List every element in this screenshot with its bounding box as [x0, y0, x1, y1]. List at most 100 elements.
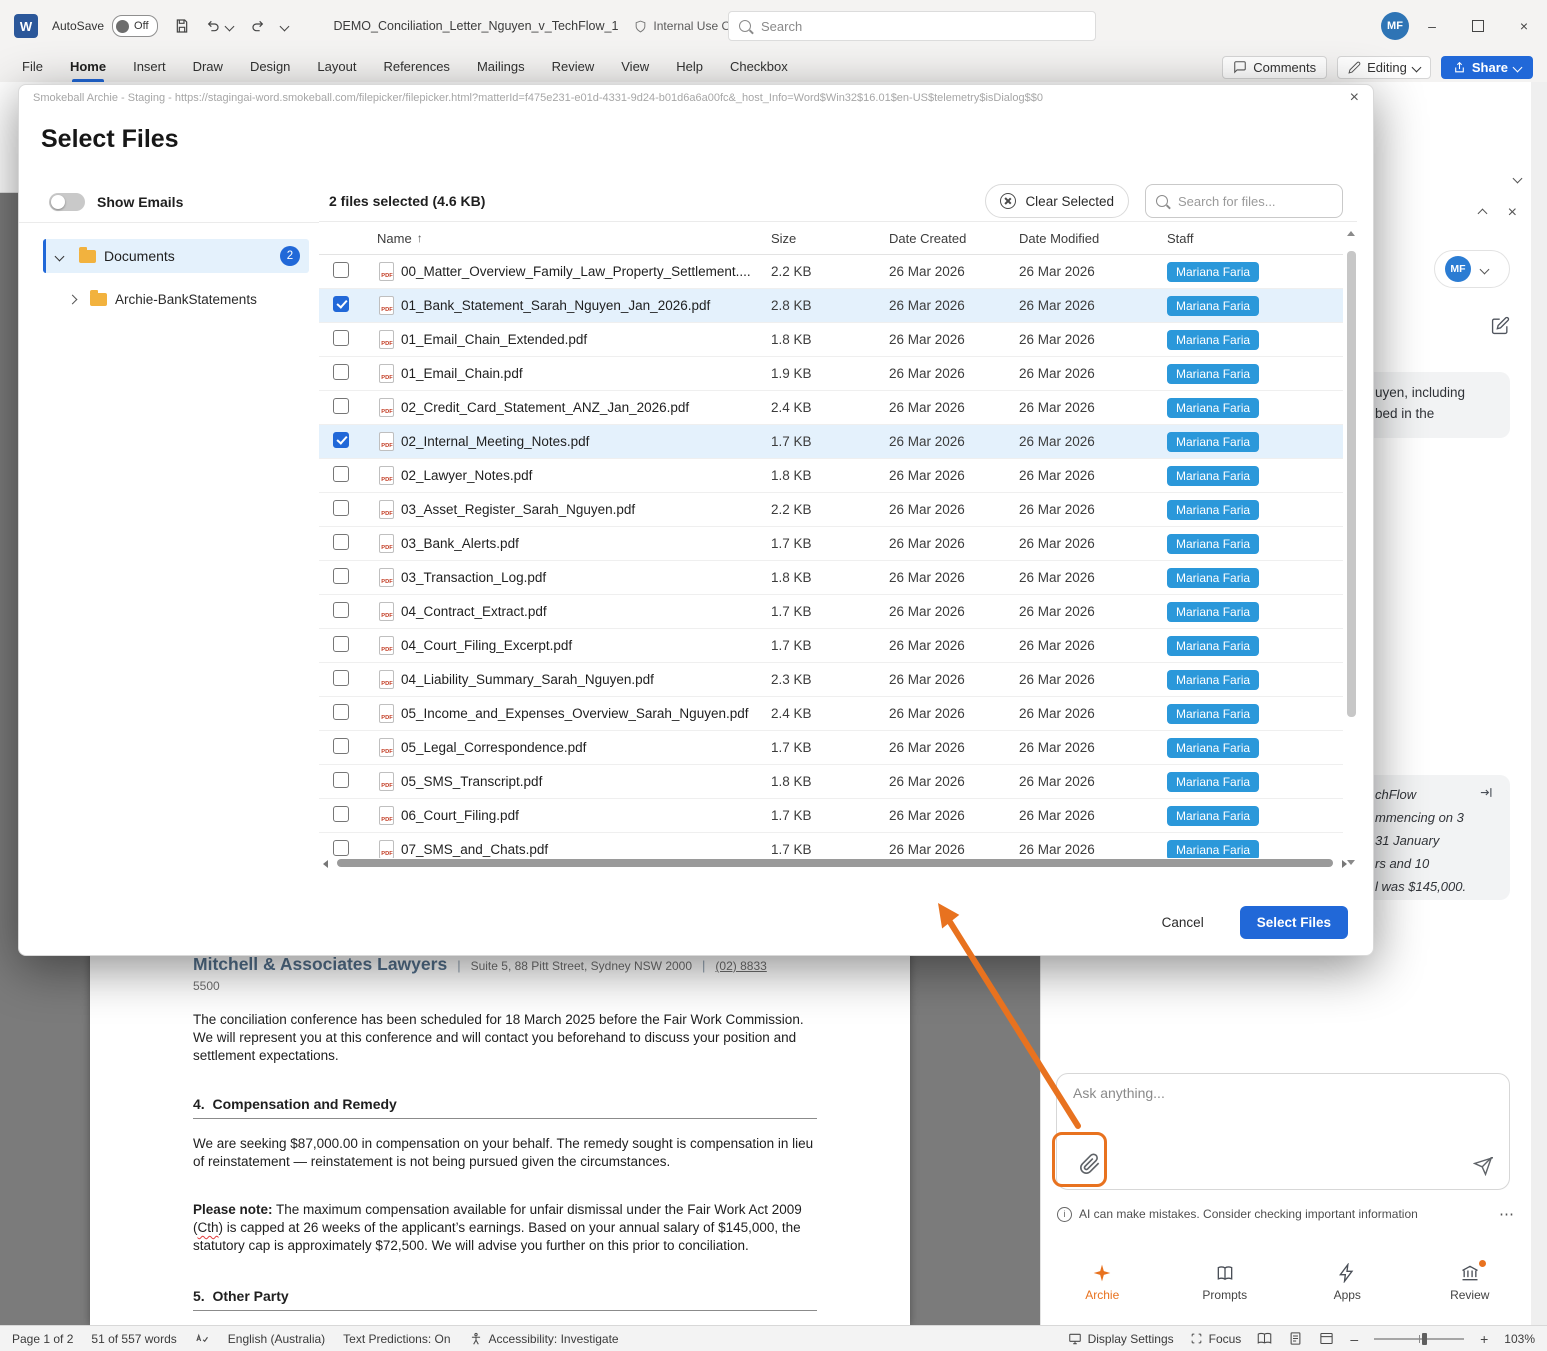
- profile-pill[interactable]: MF: [1434, 250, 1510, 288]
- column-size[interactable]: Size: [771, 231, 889, 246]
- share-button[interactable]: Share: [1441, 56, 1533, 79]
- vertical-scroll-thumb[interactable]: [1347, 251, 1356, 717]
- dialog-close-icon[interactable]: ×: [1350, 90, 1359, 106]
- quick-access-more-icon[interactable]: [281, 23, 288, 30]
- ribbon-tab-view[interactable]: View: [621, 52, 649, 82]
- column-date-modified[interactable]: Date Modified: [1019, 231, 1167, 246]
- chevron-right-icon[interactable]: [68, 294, 78, 304]
- table-row[interactable]: PDF03_Bank_Alerts.pdf1.7 KB26 Mar 202626…: [319, 527, 1343, 561]
- table-row[interactable]: PDF03_Asset_Register_Sarah_Nguyen.pdf2.2…: [319, 493, 1343, 527]
- file-checkbox[interactable]: [333, 432, 349, 448]
- proofing-icon[interactable]: [195, 1331, 210, 1346]
- save-icon[interactable]: [174, 18, 190, 34]
- search-input[interactable]: [759, 18, 1085, 35]
- maximize-button[interactable]: [1455, 0, 1501, 52]
- show-emails-toggle[interactable]: [49, 193, 85, 211]
- table-row[interactable]: PDF06_Court_Filing.pdf1.7 KB26 Mar 20262…: [319, 799, 1343, 833]
- file-search-box[interactable]: [1145, 184, 1343, 218]
- vertical-scrollbar[interactable]: [1345, 225, 1357, 871]
- ribbon-tab-design[interactable]: Design: [250, 52, 290, 82]
- read-mode-button[interactable]: [1257, 1331, 1272, 1346]
- table-row[interactable]: PDF03_Transaction_Log.pdf1.8 KB26 Mar 20…: [319, 561, 1343, 595]
- ribbon-tab-help[interactable]: Help: [676, 52, 703, 82]
- horizontal-scroll-thumb[interactable]: [337, 859, 1333, 867]
- nav-tab-apps[interactable]: Apps: [1286, 1243, 1409, 1321]
- nav-tab-review[interactable]: Review: [1409, 1243, 1532, 1321]
- column-date-created[interactable]: Date Created: [889, 231, 1019, 246]
- zoom-slider-thumb[interactable]: [1422, 1333, 1427, 1345]
- ribbon-tab-references[interactable]: References: [383, 52, 449, 82]
- file-checkbox[interactable]: [333, 296, 349, 312]
- cancel-button[interactable]: Cancel: [1162, 915, 1204, 930]
- more-options-icon[interactable]: ⋯: [1499, 1205, 1515, 1223]
- undo-icon[interactable]: [206, 18, 233, 34]
- table-row[interactable]: PDF05_Legal_Correspondence.pdf1.7 KB26 M…: [319, 731, 1343, 765]
- comments-button[interactable]: Comments: [1222, 56, 1327, 79]
- table-row[interactable]: PDF01_Email_Chain_Extended.pdf1.8 KB26 M…: [319, 323, 1343, 357]
- send-icon[interactable]: [1473, 1156, 1493, 1176]
- folder-item-archie-bankstatements[interactable]: Archie-BankStatements: [59, 283, 319, 315]
- focus-button[interactable]: Focus: [1190, 1332, 1242, 1346]
- autosave-toggle[interactable]: Off: [112, 15, 157, 37]
- print-layout-button[interactable]: [1288, 1331, 1303, 1346]
- file-checkbox[interactable]: [333, 772, 349, 788]
- word-count[interactable]: 51 of 557 words: [91, 1332, 176, 1346]
- file-checkbox[interactable]: [333, 500, 349, 516]
- chevron-down-icon[interactable]: [55, 251, 65, 261]
- file-checkbox[interactable]: [333, 636, 349, 652]
- ribbon-tab-file[interactable]: File: [22, 52, 43, 82]
- horizontal-scrollbar[interactable]: [323, 857, 1347, 869]
- collapse-ribbon-icon[interactable]: [1513, 174, 1523, 184]
- file-checkbox[interactable]: [333, 738, 349, 754]
- panel-close-icon[interactable]: ×: [1508, 205, 1517, 221]
- redo-icon[interactable]: [249, 18, 265, 34]
- file-checkbox[interactable]: [333, 704, 349, 720]
- ribbon-tab-draw[interactable]: Draw: [193, 52, 223, 82]
- file-search-input[interactable]: [1176, 193, 1332, 210]
- nav-tab-archie[interactable]: Archie: [1041, 1243, 1164, 1321]
- page-indicator[interactable]: Page 1 of 2: [12, 1332, 73, 1346]
- file-checkbox[interactable]: [333, 364, 349, 380]
- table-row[interactable]: PDF02_Lawyer_Notes.pdf1.8 KB26 Mar 20262…: [319, 459, 1343, 493]
- file-checkbox[interactable]: [333, 806, 349, 822]
- panel-collapse-icon[interactable]: [1477, 208, 1487, 218]
- table-row[interactable]: PDF02_Credit_Card_Statement_ANZ_Jan_2026…: [319, 391, 1343, 425]
- table-row[interactable]: PDF04_Court_Filing_Excerpt.pdf1.7 KB26 M…: [319, 629, 1343, 663]
- table-row[interactable]: PDF02_Internal_Meeting_Notes.pdf1.7 KB26…: [319, 425, 1343, 459]
- table-row[interactable]: PDF01_Bank_Statement_Sarah_Nguyen_Jan_20…: [319, 289, 1343, 323]
- ribbon-tab-checkbox[interactable]: Checkbox: [730, 52, 788, 82]
- nav-tab-prompts[interactable]: Prompts: [1164, 1243, 1287, 1321]
- go-to-source-icon[interactable]: [1479, 785, 1494, 800]
- table-row[interactable]: PDF01_Email_Chain.pdf1.9 KB26 Mar 202626…: [319, 357, 1343, 391]
- clear-selected-button[interactable]: Clear Selected: [985, 184, 1129, 218]
- text-predictions[interactable]: Text Predictions: On: [343, 1332, 450, 1346]
- zoom-out-button[interactable]: –: [1350, 1331, 1358, 1347]
- scroll-up-icon[interactable]: [1347, 231, 1355, 236]
- file-checkbox[interactable]: [333, 602, 349, 618]
- file-checkbox[interactable]: [333, 330, 349, 346]
- display-settings-button[interactable]: Display Settings: [1068, 1332, 1174, 1346]
- scroll-left-icon[interactable]: [323, 860, 328, 868]
- table-row[interactable]: PDF00_Matter_Overview_Family_Law_Propert…: [319, 255, 1343, 289]
- file-checkbox[interactable]: [333, 466, 349, 482]
- accessibility-status[interactable]: Accessibility: Investigate: [469, 1332, 619, 1346]
- folder-item-documents[interactable]: Documents 2: [43, 239, 309, 273]
- table-row[interactable]: PDF07_SMS_and_Chats.pdf1.7 KB26 Mar 2026…: [319, 833, 1343, 858]
- scroll-down-icon[interactable]: [1347, 860, 1355, 865]
- language-indicator[interactable]: English (Australia): [228, 1332, 325, 1346]
- table-row[interactable]: PDF04_Liability_Summary_Sarah_Nguyen.pdf…: [319, 663, 1343, 697]
- web-layout-button[interactable]: [1319, 1331, 1334, 1346]
- new-chat-icon[interactable]: [1491, 316, 1510, 335]
- ribbon-tab-review[interactable]: Review: [552, 52, 595, 82]
- close-window-button[interactable]: ×: [1501, 0, 1547, 52]
- scroll-right-icon[interactable]: [1342, 860, 1347, 868]
- zoom-slider[interactable]: [1374, 1338, 1464, 1340]
- user-avatar[interactable]: MF: [1381, 12, 1409, 40]
- ribbon-tab-home[interactable]: Home: [70, 52, 106, 82]
- select-files-button[interactable]: Select Files: [1240, 906, 1348, 939]
- zoom-level[interactable]: 103%: [1504, 1332, 1535, 1346]
- search-box[interactable]: [728, 11, 1096, 41]
- ribbon-tab-mailings[interactable]: Mailings: [477, 52, 525, 82]
- zoom-in-button[interactable]: +: [1480, 1331, 1488, 1347]
- file-checkbox[interactable]: [333, 840, 349, 856]
